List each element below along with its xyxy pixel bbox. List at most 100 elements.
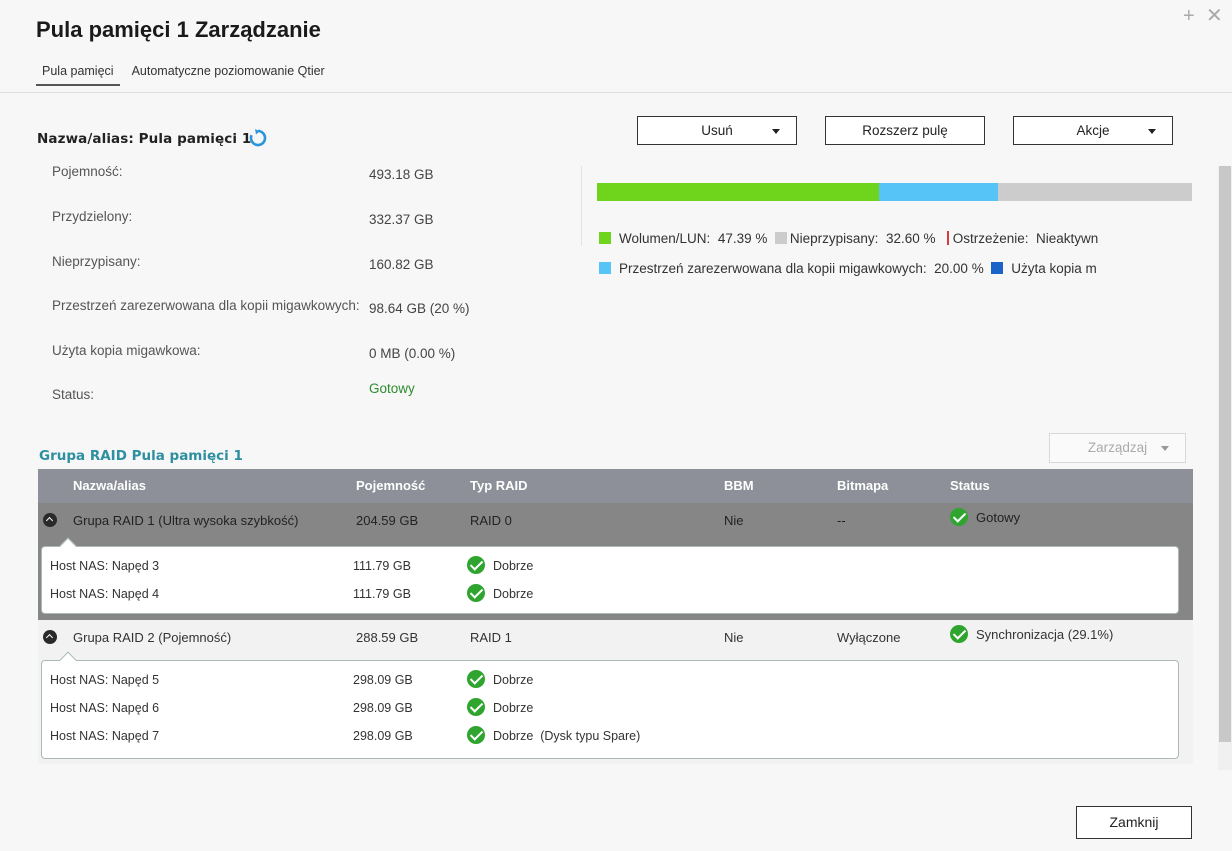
drive-status: Dobrze: [493, 673, 534, 687]
raid-table-header: Nazwa/alias Pojemność Typ RAID BBM Bitma…: [38, 469, 1193, 503]
legend-warning-label: Ostrzeżenie:: [952, 230, 1029, 246]
drive-status: Dobrze: [493, 701, 534, 715]
drive-name: Host NAS: Napęd 6: [50, 701, 160, 715]
raid-group-2[interactable]: Grupa RAID 2 (Pojemność) 288.59 GB RAID …: [38, 620, 1193, 764]
raid-group-capacity: 288.59 GB: [356, 630, 419, 645]
usage-bar: [597, 183, 1192, 201]
check-icon: [467, 556, 485, 574]
usage-segment-snapshot: [878, 183, 998, 201]
check-icon: [467, 698, 485, 716]
drive-list: Host NAS: Napęd 5 298.09 GB Dobrze Host …: [41, 651, 1179, 759]
manage-button[interactable]: Zarządzaj: [1049, 433, 1186, 463]
drive-row[interactable]: Host NAS: Napęd 6 298.09 GB Dobrze: [42, 695, 1178, 723]
divider: [581, 166, 582, 246]
raid-group-1[interactable]: Grupa RAID 1 (Ultra wysoka szybkość) 204…: [38, 503, 1193, 620]
snapshot-reserved-label: Przestrzeń zarezerwowana dla kopii migaw…: [52, 298, 360, 313]
actions-button[interactable]: Akcje: [1013, 116, 1173, 145]
column-header-capacity[interactable]: Pojemność: [356, 478, 425, 493]
snapshot-reserved-value: 98.64 GB (20 %): [369, 301, 470, 316]
allocated-label: Przydzielony:: [52, 209, 133, 224]
check-icon: [467, 670, 485, 688]
column-header-raid-type[interactable]: Typ RAID: [470, 478, 528, 493]
drive-status: Dobrze: [493, 587, 534, 601]
collapse-icon[interactable]: [43, 513, 57, 527]
legend-unallocated-value: 32.60 %: [885, 230, 936, 246]
drive-row[interactable]: Host NAS: Napęd 4 111.79 GB Dobrze: [42, 581, 1178, 609]
drive-list-pointer: [59, 651, 77, 669]
collapse-icon[interactable]: [43, 630, 57, 644]
raid-group-bitmap: --: [837, 513, 846, 528]
check-icon: [467, 726, 485, 744]
raid-group-status: Gotowy: [976, 510, 1021, 525]
tab-bar: Pula pamięci Automatyczne poziomowanie Q…: [36, 62, 337, 86]
tab-storage-pool[interactable]: Pula pamięci: [36, 62, 120, 86]
refresh-icon[interactable]: [248, 128, 268, 148]
raid-group-bbm: Nie: [724, 630, 744, 645]
column-header-bbm[interactable]: BBM: [724, 478, 754, 493]
drive-capacity: 111.79 GB: [353, 587, 411, 601]
column-header-bitmap[interactable]: Bitmapa: [837, 478, 888, 493]
close-icon[interactable]: ✕: [1206, 6, 1223, 26]
raid-section-title: Grupa RAID Pula pamięci 1: [39, 448, 243, 464]
raid-group-type: RAID 1: [470, 630, 512, 645]
snapshot-used-label: Użyta kopia migawkowa:: [52, 343, 201, 358]
legend-row-2: Przestrzeń zarezerwowana dla kopii migaw…: [599, 260, 1101, 278]
scrollbar-thumb[interactable]: [1219, 166, 1231, 742]
legend-unallocated-label: Nieprzypisany:: [789, 230, 879, 246]
drive-status: Dobrze: [493, 559, 534, 573]
delete-button[interactable]: Usuń: [637, 116, 797, 145]
capacity-label: Pojemność:: [52, 164, 123, 179]
unallocated-value: 160.82 GB: [369, 257, 434, 272]
drive-row[interactable]: Host NAS: Napęd 7 298.09 GB Dobrze (Dysk…: [42, 723, 1178, 751]
close-button[interactable]: Zamknij: [1076, 806, 1192, 839]
usage-segment-volume: [597, 183, 879, 201]
column-header-name[interactable]: Nazwa/alias: [73, 478, 146, 493]
drive-name: Host NAS: Napęd 5: [50, 673, 160, 687]
legend-snapshot-value: 20.00 %: [934, 260, 984, 276]
legend-volume-label: Wolumen/LUN:: [619, 230, 711, 246]
check-icon: [467, 584, 485, 602]
status-label: Status:: [52, 387, 95, 402]
raid-group-bbm: Nie: [724, 513, 744, 528]
raid-group-name: Grupa RAID 1 (Ultra wysoka szybkość): [73, 513, 299, 528]
raid-group-status: Synchronizacja (29.1%): [976, 627, 1114, 642]
legend-snapshot-swatch: [599, 262, 611, 275]
legend-snapshot-used-label: Użyta kopia m: [1011, 260, 1097, 276]
drive-capacity: 298.09 GB: [353, 729, 413, 743]
column-header-status[interactable]: Status: [950, 478, 990, 493]
drive-status: Dobrze (Dysk typu Spare): [493, 729, 641, 743]
legend-volume-value: 47.39 %: [717, 230, 768, 246]
window-title: Pula pamięci 1 Zarządzanie: [36, 17, 321, 42]
manage-button-label: Zarządzaj: [1087, 440, 1148, 455]
legend-warning-marker: [946, 231, 949, 246]
tab-qtier[interactable]: Automatyczne poziomowanie Qtier: [126, 62, 331, 86]
actions-button-label: Akcje: [1076, 123, 1110, 138]
drive-list-pointer: [59, 537, 77, 555]
drive-name: Host NAS: Napęd 3: [50, 559, 160, 573]
capacity-value: 493.18 GB: [369, 167, 434, 182]
chevron-down-icon: [1148, 129, 1156, 134]
legend-unallocated-swatch: [774, 232, 787, 245]
drive-capacity: 298.09 GB: [353, 673, 413, 687]
allocated-value: 332.37 GB: [369, 212, 434, 227]
drive-capacity: 111.79 GB: [353, 559, 411, 573]
pool-name: Nazwa/alias: Pula pamięci 1: [37, 131, 252, 147]
expand-pool-button[interactable]: Rozszerz pulę: [825, 116, 985, 145]
raid-group-capacity: 204.59 GB: [356, 513, 419, 528]
tab-divider: [0, 92, 1232, 93]
drive-capacity: 298.09 GB: [353, 701, 413, 715]
drive-name: Host NAS: Napęd 7: [50, 729, 160, 743]
legend-row-1: Wolumen/LUN: 47.39 % Nieprzypisany: 32.6…: [599, 230, 1101, 248]
check-icon: [950, 625, 968, 643]
delete-button-label: Usuń: [701, 123, 733, 138]
check-icon: [950, 508, 968, 526]
drive-name: Host NAS: Napęd 4: [50, 587, 160, 601]
drive-row[interactable]: Host NAS: Napęd 3 111.79 GB Dobrze: [42, 553, 1178, 581]
drive-row[interactable]: Host NAS: Napęd 5 298.09 GB Dobrze: [42, 667, 1178, 695]
drive-list: Host NAS: Napęd 3 111.79 GB Dobrze Host …: [41, 537, 1179, 614]
legend-snapshot-label: Przestrzeń zarezerwowana dla kopii migaw…: [619, 260, 927, 276]
chevron-down-icon: [1161, 446, 1169, 451]
unallocated-label: Nieprzypisany:: [52, 254, 141, 269]
maximize-icon[interactable]: +: [1183, 6, 1195, 26]
raid-group-type: RAID 0: [470, 513, 512, 528]
